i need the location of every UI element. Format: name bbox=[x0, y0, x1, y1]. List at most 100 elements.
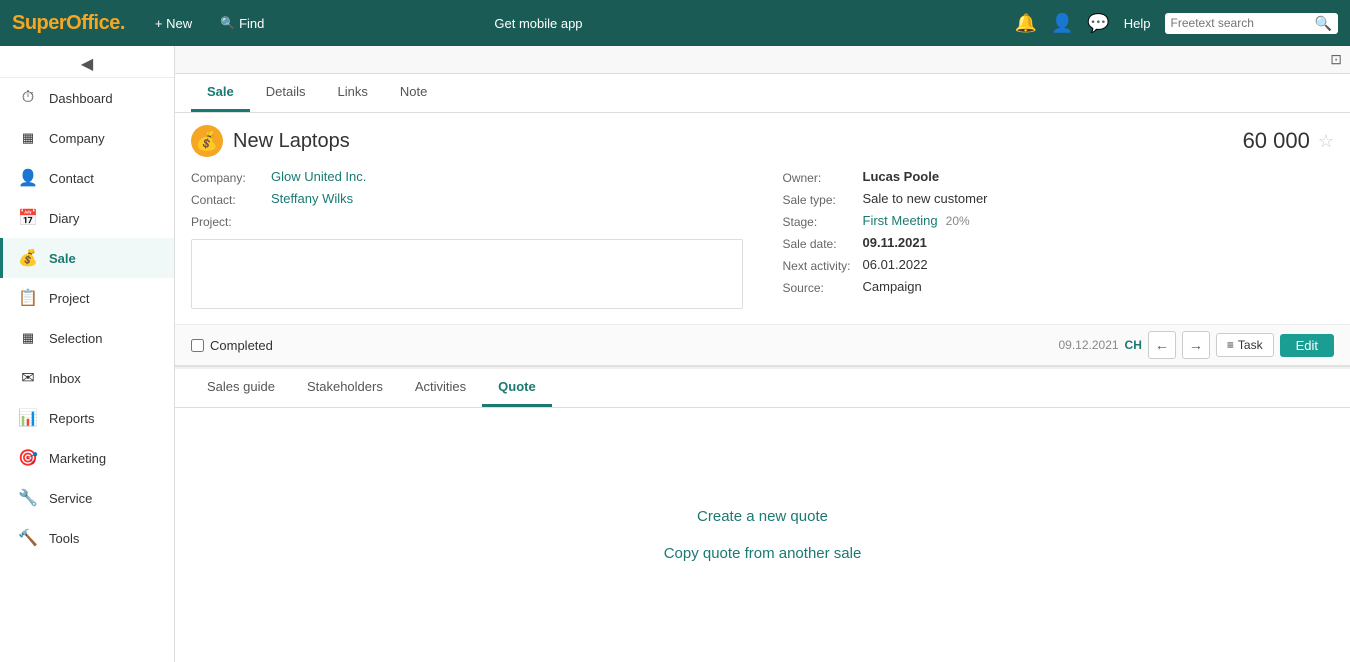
sub-tabs: Sales guide Stakeholders Activities Quot… bbox=[175, 369, 1350, 408]
stage-label: Stage: bbox=[783, 213, 863, 229]
stage-field: Stage: First Meeting 20% bbox=[783, 213, 1335, 229]
completed-input[interactable] bbox=[191, 339, 204, 352]
sale-date-label: Sale date: bbox=[783, 235, 863, 251]
sidebar-collapse-button[interactable]: ◀ bbox=[0, 50, 174, 78]
favorite-star-icon[interactable]: ☆ bbox=[1318, 131, 1334, 152]
fields-left: Company: Glow United Inc. Contact: Steff… bbox=[191, 169, 763, 312]
sidebar-label-sale: Sale bbox=[49, 251, 76, 266]
search-input[interactable] bbox=[1171, 16, 1311, 30]
sub-tab-sales-guide[interactable]: Sales guide bbox=[191, 369, 291, 407]
sidebar-item-project[interactable]: 📋 Project bbox=[0, 278, 174, 318]
tab-sale[interactable]: Sale bbox=[191, 74, 250, 112]
search-box[interactable]: 🔍 bbox=[1165, 13, 1338, 34]
sale-amount: 60 000 bbox=[1243, 128, 1310, 154]
sale-header: 💰 New Laptops 60 000 ☆ bbox=[191, 125, 1334, 157]
service-icon: 🔧 bbox=[17, 487, 39, 509]
fields-grid: Company: Glow United Inc. Contact: Steff… bbox=[191, 169, 1334, 312]
app-logo: SuperOffice. bbox=[12, 12, 125, 35]
prev-button[interactable]: ← bbox=[1148, 331, 1176, 359]
messages-icon[interactable]: 💬 bbox=[1087, 13, 1109, 34]
sidebar-item-diary[interactable]: 📅 Diary bbox=[0, 198, 174, 238]
sidebar-item-inbox[interactable]: ✉ Inbox bbox=[0, 358, 174, 398]
owner-label: Owner: bbox=[783, 169, 863, 185]
owner-field: Owner: Lucas Poole bbox=[783, 169, 1335, 185]
sale-icon: 💰 bbox=[17, 247, 39, 269]
sub-tab-stakeholders[interactable]: Stakeholders bbox=[291, 369, 399, 407]
sidebar-item-sale[interactable]: 💰 Sale bbox=[0, 238, 174, 278]
edit-label: Edit bbox=[1296, 338, 1318, 353]
sub-tab-activities[interactable]: Activities bbox=[399, 369, 482, 407]
edit-button[interactable]: Edit bbox=[1280, 334, 1334, 357]
sale-type-label: Sale type: bbox=[783, 191, 863, 207]
profile-icon[interactable]: 👤 bbox=[1051, 13, 1073, 34]
selection-icon: ▦ bbox=[17, 327, 39, 349]
create-quote-link[interactable]: Create a new quote bbox=[697, 508, 828, 525]
sidebar-item-service[interactable]: 🔧 Service bbox=[0, 478, 174, 518]
tab-details[interactable]: Details bbox=[250, 74, 322, 112]
sidebar-item-reports[interactable]: 📊 Reports bbox=[0, 398, 174, 438]
next-activity-label: Next activity: bbox=[783, 257, 863, 273]
project-label: Project: bbox=[191, 213, 271, 229]
sale-bottom-bar: Completed 09.12.2021 CH ← → ≡ Tas bbox=[175, 324, 1350, 365]
inbox-icon: ✉ bbox=[17, 367, 39, 389]
topnav-icons: 🔔 👤 💬 Help 🔍 bbox=[1015, 13, 1338, 34]
sidebar-item-selection[interactable]: ▦ Selection bbox=[0, 318, 174, 358]
sidebar-label-inbox: Inbox bbox=[49, 371, 81, 386]
mobile-app-link[interactable]: Get mobile app bbox=[494, 16, 582, 31]
find-button[interactable]: 🔍 Find bbox=[214, 12, 270, 35]
sidebar-item-marketing[interactable]: 🎯 Marketing bbox=[0, 438, 174, 478]
tab-links[interactable]: Links bbox=[322, 74, 384, 112]
contact-icon: 👤 bbox=[17, 167, 39, 189]
sale-title: New Laptops bbox=[233, 130, 350, 153]
next-button[interactable]: → bbox=[1182, 331, 1210, 359]
sale-amount-group: 60 000 ☆ bbox=[1243, 128, 1334, 154]
company-field: Company: Glow United Inc. bbox=[191, 169, 743, 185]
help-link[interactable]: Help bbox=[1124, 16, 1151, 31]
completed-label: Completed bbox=[210, 338, 273, 353]
stage-value[interactable]: First Meeting bbox=[863, 213, 938, 228]
sidebar-label-project: Project bbox=[49, 291, 89, 306]
description-input[interactable] bbox=[191, 239, 743, 309]
company-icon: ▦ bbox=[17, 127, 39, 149]
sidebar-item-tools[interactable]: 🔨 Tools bbox=[0, 518, 174, 558]
next-icon: → bbox=[1189, 337, 1203, 353]
sidebar-label-diary: Diary bbox=[49, 211, 79, 226]
completed-checkbox[interactable]: Completed bbox=[191, 338, 273, 353]
task-icon: ≡ bbox=[1227, 338, 1234, 352]
tools-icon: 🔨 bbox=[17, 527, 39, 549]
stage-percentage: 20% bbox=[946, 214, 970, 228]
upper-panel: Sale Details Links Note bbox=[175, 74, 1350, 367]
sidebar-item-company[interactable]: ▦ Company bbox=[0, 118, 174, 158]
expand-icon[interactable]: ⊡ bbox=[1330, 51, 1342, 68]
sidebar-label-marketing: Marketing bbox=[49, 451, 106, 466]
sidebar: ◀ ⏱ Dashboard ▦ Company 👤 Contact 📅 Diar… bbox=[0, 46, 175, 662]
tab-note[interactable]: Note bbox=[384, 74, 443, 112]
sale-detail: 💰 New Laptops 60 000 ☆ bbox=[175, 113, 1350, 324]
source-label: Source: bbox=[783, 279, 863, 295]
sidebar-item-dashboard[interactable]: ⏱ Dashboard bbox=[0, 78, 174, 118]
diary-icon: 📅 bbox=[17, 207, 39, 229]
company-value[interactable]: Glow United Inc. bbox=[271, 169, 366, 184]
source-field: Source: Campaign bbox=[783, 279, 1335, 295]
sidebar-item-contact[interactable]: 👤 Contact bbox=[0, 158, 174, 198]
sidebar-label-tools: Tools bbox=[49, 531, 79, 546]
contact-label: Contact: bbox=[191, 191, 271, 207]
company-label: Company: bbox=[191, 169, 271, 185]
next-activity-value: 06.01.2022 bbox=[863, 257, 928, 272]
sale-date-field: Sale date: 09.11.2021 bbox=[783, 235, 1335, 251]
project-field: Project: bbox=[191, 213, 743, 229]
find-icon: 🔍 bbox=[220, 16, 235, 30]
contact-value[interactable]: Steffany Wilks bbox=[271, 191, 353, 206]
sale-type-field: Sale type: Sale to new customer bbox=[783, 191, 1335, 207]
notifications-icon[interactable]: 🔔 bbox=[1015, 13, 1037, 34]
card-area: Sale Details Links Note bbox=[175, 74, 1350, 662]
fields-right: Owner: Lucas Poole Sale type: Sale to ne… bbox=[763, 169, 1335, 312]
copy-quote-link[interactable]: Copy quote from another sale bbox=[664, 545, 862, 562]
description-area bbox=[191, 235, 743, 312]
sub-tab-quote[interactable]: Quote bbox=[482, 369, 552, 407]
top-navigation: SuperOffice. + New 🔍 Find Get mobile app… bbox=[0, 0, 1350, 46]
marketing-icon: 🎯 bbox=[17, 447, 39, 469]
main-tabs: Sale Details Links Note bbox=[175, 74, 1350, 113]
new-button[interactable]: + New bbox=[149, 12, 198, 35]
task-button[interactable]: ≡ Task bbox=[1216, 333, 1274, 357]
